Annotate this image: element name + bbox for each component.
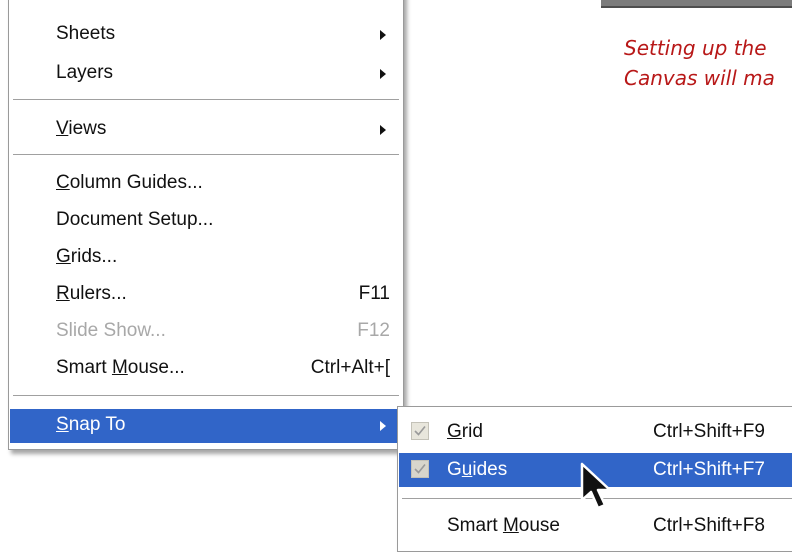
menu-item-label: Rulers...	[56, 283, 127, 304]
mnemonic-letter: R	[56, 283, 70, 304]
mnemonic-letter: C	[56, 172, 70, 193]
menu-item-label: Grids...	[56, 246, 118, 267]
menu-item-label: Smart Mouse...	[56, 357, 185, 378]
mnemonic-letter: G	[56, 246, 71, 267]
menu-item-snap-to[interactable]: Snap To	[10, 409, 402, 443]
checkmark-icon	[411, 460, 429, 478]
shortcut-label: F12	[357, 320, 390, 341]
mouse-pointer-icon	[578, 462, 618, 519]
menu-item-column-guides[interactable]: Column Guides...	[10, 167, 402, 201]
menu-item-label: Slide Show...	[56, 320, 166, 341]
layout-menu: Sheets Layers Views Column Guides... Doc…	[8, 0, 404, 450]
submenu-item-label: Smart Mouse	[447, 515, 560, 536]
caption-line-2: Canvas will ma	[624, 66, 775, 90]
menu-item-label: Document Setup...	[56, 209, 214, 230]
menu-item-grids[interactable]: Grids...	[10, 241, 402, 275]
background-toolbar-edge	[601, 0, 792, 8]
shortcut-label: Ctrl+Shift+F7	[653, 459, 765, 480]
menu-item-label: Layers	[56, 62, 114, 83]
shortcut-label: Ctrl+Alt+[	[310, 357, 390, 378]
submenu-arrow-icon	[380, 125, 386, 135]
mnemonic-letter: S	[56, 414, 69, 435]
shortcut-label: Ctrl+Shift+F8	[653, 515, 765, 536]
menu-item-rulers[interactable]: Rulers... F11	[10, 278, 402, 312]
menu-item-label: Sheets	[56, 23, 116, 44]
mnemonic-letter: M	[111, 357, 128, 378]
submenu-arrow-icon	[380, 69, 386, 79]
mnemonic-letter: V	[56, 118, 69, 139]
menu-separator	[13, 395, 399, 397]
menu-item-views[interactable]: Views	[10, 113, 402, 147]
submenu-arrow-icon	[380, 421, 386, 431]
menu-item-label: Column Guides...	[56, 172, 203, 193]
tutorial-caption: Setting up the Canvas will ma	[624, 33, 792, 93]
menu-item-document-setup[interactable]: Document Setup...	[10, 204, 402, 238]
caption-line-1: Setting up the	[624, 36, 767, 60]
submenu-item-grid[interactable]: Grid Ctrl+Shift+F9	[399, 415, 792, 449]
menu-item-sheets[interactable]: Sheets	[10, 18, 402, 52]
submenu-item-label: Guides	[447, 459, 508, 480]
submenu-item-label: Grid	[447, 421, 483, 442]
menu-separator	[13, 99, 399, 101]
menu-item-label: Snap To	[56, 414, 126, 435]
submenu-arrow-icon	[380, 30, 386, 40]
checkmark-icon	[411, 422, 429, 440]
menu-item-label: Views	[56, 118, 107, 139]
shortcut-label: F11	[358, 283, 390, 304]
menu-item-slide-show: Slide Show... F12	[10, 315, 402, 349]
menu-separator	[13, 154, 399, 156]
menu-item-layers[interactable]: Layers	[10, 57, 402, 91]
shortcut-label: Ctrl+Shift+F9	[653, 421, 765, 442]
menu-item-smart-mouse[interactable]: Smart Mouse... Ctrl+Alt+[	[10, 352, 402, 386]
